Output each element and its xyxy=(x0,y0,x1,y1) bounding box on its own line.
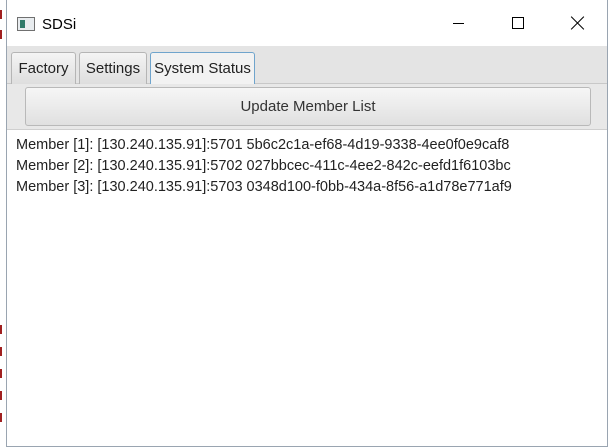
app-window: SDSi Factory Settings System Status Upda… xyxy=(6,0,608,447)
background-text-mark xyxy=(0,325,4,334)
background-text-mark xyxy=(0,347,4,356)
title-bar[interactable]: SDSi xyxy=(7,0,607,46)
background-text-mark xyxy=(0,30,4,39)
minimize-button[interactable] xyxy=(428,0,488,46)
background-text-mark xyxy=(0,369,4,378)
background-text-mark xyxy=(0,10,4,19)
app-window-icon xyxy=(17,17,35,31)
list-item: Member [1]: [130.240.135.91]:5701 5b6c2c… xyxy=(16,137,510,153)
tab-settings[interactable]: Settings xyxy=(79,52,147,84)
tab-bar: Factory Settings System Status xyxy=(7,46,607,84)
tab-label: Settings xyxy=(85,60,141,77)
close-icon xyxy=(571,16,585,30)
close-button[interactable] xyxy=(548,0,608,46)
tab-label: Factory xyxy=(18,60,69,77)
maximize-icon xyxy=(512,17,524,29)
minimize-icon xyxy=(452,22,464,24)
tab-system-status[interactable]: System Status xyxy=(150,52,255,84)
maximize-button[interactable] xyxy=(488,0,548,46)
list-item: Member [3]: [130.240.135.91]:5703 0348d1… xyxy=(16,179,512,195)
update-member-list-button[interactable]: Update Member List xyxy=(25,87,591,126)
background-text-mark xyxy=(0,413,4,422)
toolbar-panel: Update Member List xyxy=(7,84,607,130)
background-text-mark xyxy=(0,391,4,400)
member-list: Member [1]: [130.240.135.91]:5701 5b6c2c… xyxy=(7,131,607,446)
window-title: SDSi xyxy=(42,16,77,33)
tab-factory[interactable]: Factory xyxy=(11,52,76,84)
tab-label: System Status xyxy=(154,60,251,77)
list-item: Member [2]: [130.240.135.91]:5702 027bbc… xyxy=(16,158,511,174)
